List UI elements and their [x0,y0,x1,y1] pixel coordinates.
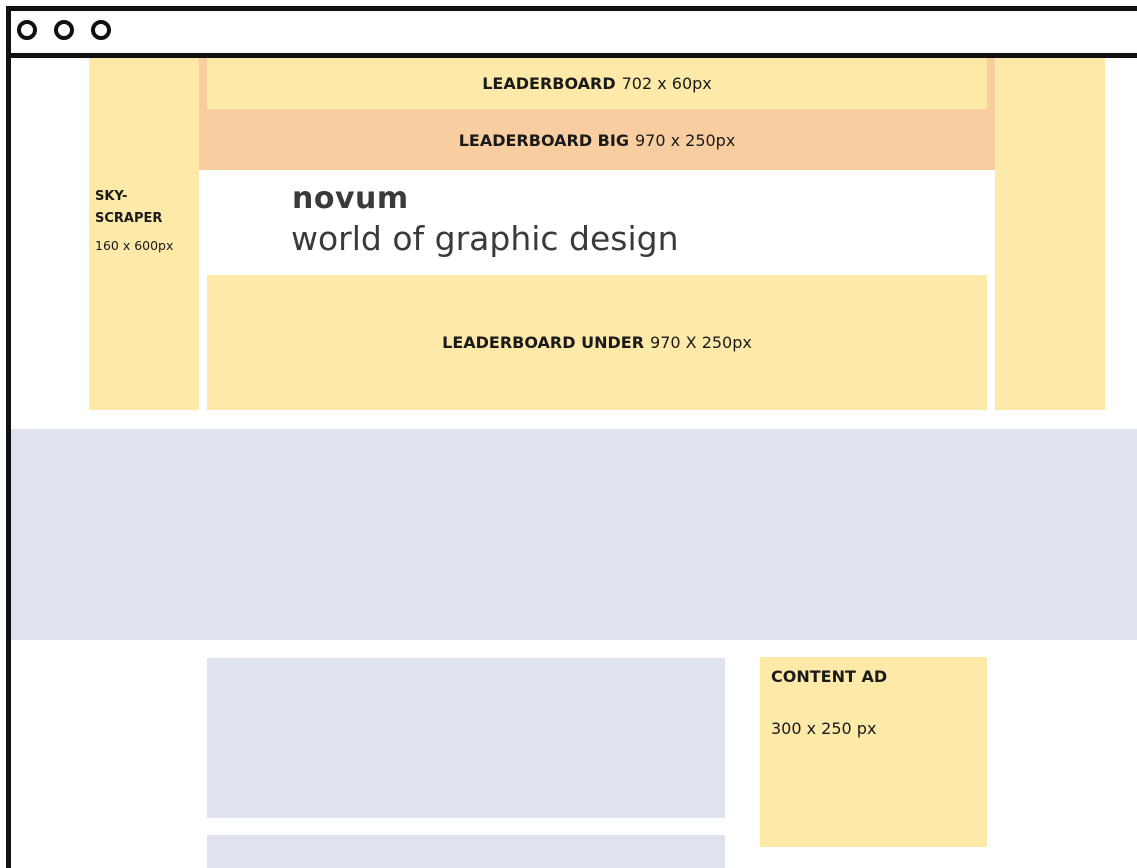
skyscraper-ad-left: SKY- SCRAPER 160 x 600px [89,58,199,410]
hero-content-placeholder [11,429,1137,640]
content-ad-name: CONTENT AD [771,667,888,686]
site-logo-title[interactable]: novum [292,181,409,216]
article-placeholder [207,835,725,868]
skyscraper-ad-size: 160 x 600px [95,238,174,253]
site-logo-subtitle[interactable]: world of graphic design [291,219,679,258]
browser-frame-top [6,6,1137,11]
window-control-circle[interactable] [91,20,111,40]
skyscraper-ad-name: SKY- SCRAPER [95,186,162,230]
leaderboard-big-ad-size: 970 x 250px [634,130,736,150]
skyscraper-name-line2: SCRAPER [95,211,163,226]
skyscraper-ad-right [995,58,1105,410]
window-control-circle[interactable] [17,20,37,40]
content-ad-size: 300 x 250 px [771,719,877,738]
window-control-circle[interactable] [54,20,74,40]
skyscraper-name-line1: SKY- [95,189,128,204]
leaderboard-ad-name: LEADERBOARD [482,74,616,93]
leaderboard-ad-size: 702 x 60px [621,74,712,93]
leaderboard-big-label: LEADERBOARD BIG 970 x 250px [199,115,995,165]
article-placeholder [207,658,725,818]
leaderboard-under-ad: LEADERBOARD UNDER 970 X 250px [207,275,987,410]
leaderboard-big-ad-name: LEADERBOARD BIG [458,130,629,150]
leaderboard-under-ad-name: LEADERBOARD UNDER [442,333,645,352]
leaderboard-under-ad-size: 970 X 250px [650,333,752,352]
content-ad: CONTENT AD 300 x 250 px [760,657,987,847]
leaderboard-ad: LEADERBOARD 702 x 60px [207,58,987,109]
